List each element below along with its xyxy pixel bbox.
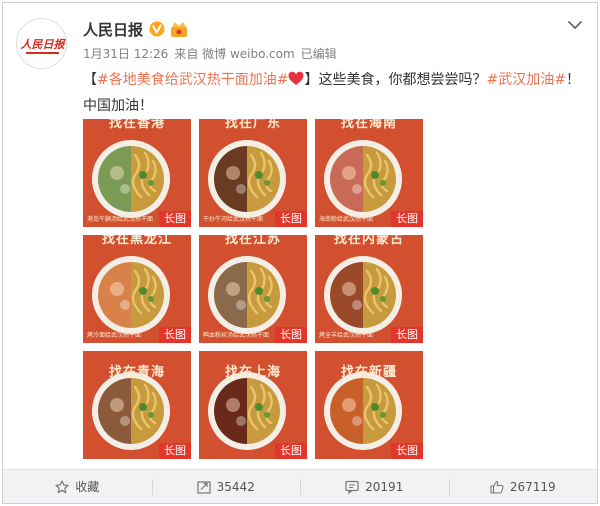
like-count: 267119 — [509, 479, 556, 494]
image-tile[interactable]: 找在上海长图 — [199, 351, 307, 459]
tile-title: 找在新疆 — [340, 365, 397, 380]
tile-title: 找在海南 — [340, 119, 397, 131]
action-bar: 收藏 35442 20191 267119 — [3, 469, 597, 503]
red-heart-icon — [288, 71, 304, 85]
tile-title: 找在广东 — [224, 119, 281, 131]
long-image-badge: 长图 — [159, 443, 191, 459]
tile-title: 找在上海 — [224, 365, 281, 380]
star-icon — [55, 479, 69, 493]
comment-icon — [345, 480, 359, 494]
repost-icon — [197, 480, 211, 494]
post-meta: 1月31日 12:26 来自 微博 weibo.com 已编辑 — [83, 45, 337, 62]
favorite-label: 收藏 — [75, 480, 100, 494]
username[interactable]: 人民日报 — [83, 19, 143, 40]
tile-title: 找在青海 — [108, 365, 165, 380]
post-source: 来自 微博 weibo.com — [174, 47, 295, 61]
edited-label[interactable]: 已编辑 — [301, 45, 337, 62]
image-tile[interactable]: 找在香港港岛牛腩汤给武汉热干面 长图 — [83, 119, 191, 227]
post-body: 这些美食，你都想尝尝吗？ — [318, 72, 487, 88]
image-tile[interactable]: 找在广东干炒牛河给武汉热干面 长图 — [199, 119, 307, 227]
comment-button[interactable]: 20191 — [300, 470, 449, 503]
repost-button[interactable]: 35442 — [151, 470, 301, 503]
image-tile[interactable]: 找在新疆长图 — [315, 351, 423, 459]
vip-crown-icon[interactable] — [169, 20, 189, 38]
tile-caption: 干炒牛河给武汉热干面 — [203, 216, 264, 223]
long-image-badge: 长图 — [391, 443, 423, 459]
image-tile[interactable]: 找在黑龙江烤冷面给武汉热干面 长图 — [83, 235, 191, 343]
favorite-button[interactable]: 收藏 — [3, 470, 152, 503]
chevron-down-icon[interactable] — [567, 17, 583, 33]
tile-caption: 海南粉给武汉热干面 — [319, 216, 374, 223]
tile-title: 找在香港 — [108, 119, 165, 131]
long-image-badge: 长图 — [275, 327, 307, 343]
image-tile[interactable]: 找在海南海南粉给武汉热干面 长图 — [315, 119, 423, 227]
image-tile[interactable]: 找在内蒙古烤全羊给武汉热干面 长图 — [315, 235, 423, 343]
tile-title: 找在黑龙江 — [101, 235, 172, 247]
image-grid: 找在香港 港岛牛腩汤给武汉热干面 长图 找在广东 干炒牛河给武汉热干面 长图 找在海南 海南粉… — [83, 119, 423, 463]
bracket-open: 【 — [83, 72, 97, 88]
comment-count: 20191 — [365, 479, 404, 494]
long-image-badge: 长图 — [391, 211, 423, 227]
long-image-badge: 长图 — [159, 211, 191, 227]
long-image-badge: 长图 — [275, 211, 307, 227]
image-tile[interactable]: 找在江苏鸭血粉丝汤给武汉热干面 长图 — [199, 235, 307, 343]
image-tile[interactable]: 找在青海长图 — [83, 351, 191, 459]
verified-v-icon — [149, 21, 165, 37]
hashtag-link[interactable]: #各地美食给武汉热干面加油# — [97, 72, 288, 88]
tile-title: 找在江苏 — [224, 235, 281, 247]
tile-title: 找在内蒙古 — [333, 235, 404, 247]
like-button[interactable]: 267119 — [448, 470, 598, 503]
logo-text: 人民日报 — [21, 38, 67, 51]
repost-count: 35442 — [216, 479, 255, 494]
weibo-post-card: 人民日报 人民日报 1月31日 12:26 来自 微博 weibo.com 已编… — [2, 2, 598, 504]
post-text: 【#各地美食给武汉热干面加油# 】这些美食，你都想尝尝吗？#武汉加油#！中国加油！ — [83, 67, 583, 119]
post-date[interactable]: 1月31日 12:26 — [83, 45, 168, 62]
avatar[interactable]: 人民日报 — [16, 18, 67, 69]
long-image-badge: 长图 — [159, 327, 191, 343]
tile-caption: 烤全羊给武汉热干面 — [319, 332, 374, 339]
thumbs-up-icon — [490, 480, 504, 494]
tile-caption: 港岛牛腩汤给武汉热干面 — [87, 216, 154, 223]
tile-caption: 鸭血粉丝汤给武汉热干面 — [203, 332, 270, 339]
user-row: 人民日报 — [83, 17, 189, 41]
hashtag-link[interactable]: #武汉加油# — [486, 72, 565, 88]
tile-caption: 烤冷面给武汉热干面 — [87, 332, 142, 339]
long-image-badge: 长图 — [391, 327, 423, 343]
bracket-close: 】 — [304, 72, 319, 88]
long-image-badge: 长图 — [275, 443, 307, 459]
people-daily-logo: 人民日报 — [21, 38, 67, 54]
